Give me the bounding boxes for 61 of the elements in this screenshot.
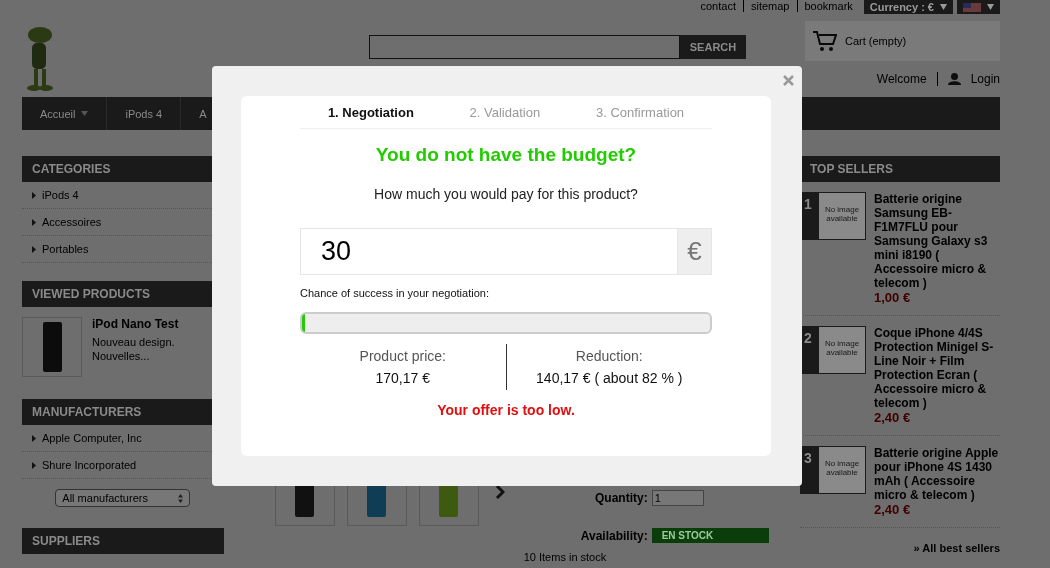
cart-icon [813,30,837,52]
error-message: Your offer is too low. [437,402,575,418]
chance-label: Chance of success in your negotiation: [300,287,490,299]
reduction-value: 140,17 € ( about 82 % ) [536,370,683,386]
cart-label: Cart (empty) [845,35,907,47]
nav-item[interactable]: Accueil [22,97,108,130]
stock-count: 10 Items in stock [523,551,608,563]
product-name[interactable]: Batterie origine Apple pour iPhone 4S 1430 mAh ( Accessoire micro & telecom ) [874,446,1000,502]
search-field[interactable] [369,35,680,59]
step-tab[interactable]: 3. Confirmation [595,104,685,120]
quantity-field[interactable]: 1 [651,490,704,506]
product-price: 2,40 € [874,502,912,517]
triangle-icon [32,434,36,442]
rank-number: 3 [800,446,818,494]
quantity-label: Quantity: [594,491,648,505]
login-link[interactable]: Login [970,72,1000,86]
availability-label: Availability: [579,528,648,543]
triangle-icon [32,461,36,469]
step-tab[interactable]: 1. Negotiation [327,104,414,120]
product-thumbnail[interactable] [22,317,82,377]
caret-icon [987,4,994,10]
currency-addon: € [677,228,712,275]
user-icon [947,73,961,85]
dialog-heading: You do not have the budget? [375,144,637,166]
image-placeholder[interactable]: No image available [818,446,866,494]
product-price: 1,00 € [874,290,912,305]
all-best-sellers-link[interactable]: » All best sellers [800,542,1000,554]
flag-icon [963,2,981,12]
top-link[interactable]: contact [693,0,743,12]
welcome-text: Welcome [876,72,927,86]
caret-icon [940,4,947,10]
manufacturer-select[interactable]: All manufacturers [55,489,191,507]
price-value: 170,17 € [375,370,430,386]
block-title: SUPPLIERS [22,528,224,554]
chevron-right-icon[interactable] [494,485,505,499]
search-button[interactable]: SEARCH [680,35,746,59]
reduction-label: Reduction: [575,348,643,364]
top-link[interactable]: bookmark [796,0,860,12]
image-placeholder[interactable]: No image available [818,326,866,374]
product-price: 2,40 € [874,410,912,425]
product-name[interactable]: Coque iPhone 4/4S Protection Minigel S-Line Noir + Film Protection Ecran ( Accessoire micro & telecom ) [874,326,1000,410]
block-title: TOP SELLERS [800,156,1000,182]
image-placeholder[interactable]: No image available [818,192,866,240]
top-link[interactable]: sitemap [742,0,797,12]
triangle-icon [32,191,36,199]
triangle-icon [32,218,36,226]
offer-field[interactable]: 30 [300,228,677,275]
updown-arrows-icon [178,493,184,503]
nav-item[interactable]: iPods 4 [107,97,182,130]
step-tab[interactable]: 2. Validation [469,104,541,120]
caret-icon [81,111,89,116]
triangle-icon [32,245,36,253]
stock-status: EN STOCK [651,528,769,543]
currency-dropdown[interactable]: Currency : € [863,0,953,14]
product-description: Nouveau design. Nouvelles... [92,335,176,363]
language-dropdown[interactable] [957,0,1000,14]
price-label: Product price: [359,348,446,364]
question-text: How much you would pay for this product? [374,186,638,202]
product-name[interactable]: iPod Nano Test [92,317,192,331]
cart-panel[interactable]: Cart (empty) [805,21,1000,61]
product-name[interactable]: Batterie origine Samsung EB-F1M7FLU pour Samsung Galaxy s3 mini i8190 ( Accessoire micro & telecom ) [874,192,1000,290]
